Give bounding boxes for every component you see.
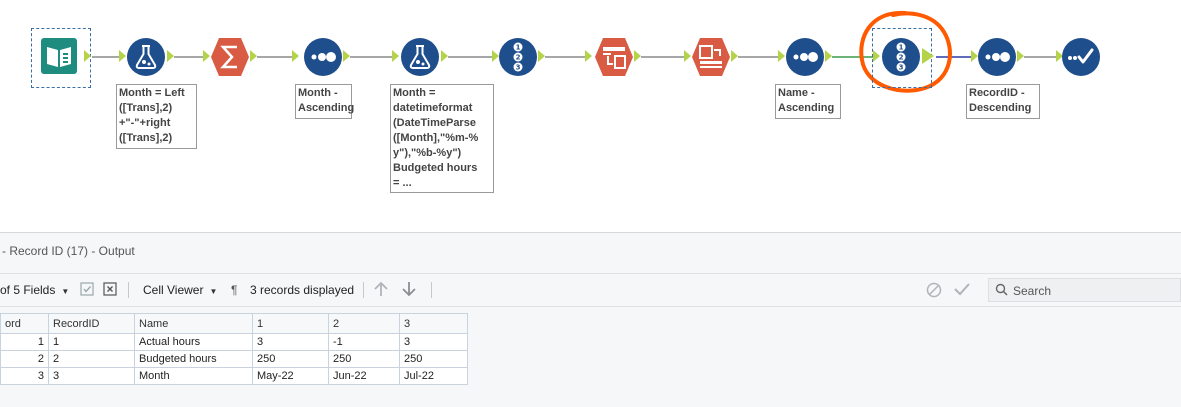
sigma-icon	[211, 38, 249, 76]
search-field[interactable]	[988, 278, 1181, 302]
table-row[interactable]: 2 2 Budgeted hours 250 250 250	[0, 350, 468, 368]
cell-1[interactable]: 250	[252, 350, 329, 368]
chevron-down-icon: ▼	[209, 287, 218, 296]
records-displayed: 3 records displayed	[250, 283, 355, 297]
cell-recordid[interactable]: 1	[48, 333, 135, 351]
sort-tool[interactable]	[786, 38, 824, 76]
cell-viewer-dropdown[interactable]: Cell Viewer ▼	[143, 283, 217, 297]
cell-3[interactable]: 3	[399, 333, 468, 351]
search-icon	[995, 283, 1008, 296]
sort-dots-icon	[304, 38, 342, 76]
numbered-list-icon: 1 2 3	[882, 38, 920, 76]
formula-annotation: Month = Left ([Trans],2) +"-"+right ([Tr…	[116, 84, 197, 149]
cell-viewer-label: Cell Viewer	[143, 283, 204, 297]
cell-2[interactable]: 250	[328, 350, 400, 368]
transpose-tool[interactable]	[595, 38, 633, 76]
record-id-tool-selected[interactable]: 1 2 3	[882, 38, 920, 76]
sort-annotation: Name - Ascending	[775, 84, 841, 119]
sort-annotation: RecordID - Descending	[966, 84, 1040, 119]
search-input[interactable]	[1011, 282, 1175, 300]
cell-2[interactable]: -1	[328, 333, 400, 351]
cell-1[interactable]: 3	[252, 333, 329, 351]
cross-tab-tool[interactable]	[692, 38, 730, 76]
formula-tool[interactable]	[127, 38, 165, 76]
sort-tool[interactable]	[304, 38, 342, 76]
pilcrow-icon[interactable]: ¶	[231, 283, 237, 297]
fields-label: of 5 Fields	[0, 283, 56, 297]
fields-dropdown[interactable]: of 5 Fields ▼	[0, 283, 69, 297]
cell-name[interactable]: Actual hours	[134, 333, 253, 351]
column-header-3[interactable]: 3	[399, 313, 468, 334]
cell-record[interactable]: 3	[0, 367, 49, 385]
numbered-list-icon: 1 2 3	[499, 38, 537, 76]
sort-annotation: Month - Ascending	[295, 84, 354, 119]
column-header-name[interactable]: Name	[134, 313, 253, 334]
arrow-up-icon[interactable]	[373, 280, 389, 301]
cell-name[interactable]: Month	[134, 367, 253, 385]
cell-recordid[interactable]: 3	[48, 367, 135, 385]
table-row[interactable]: 3 3 Month May-22 Jun-22 Jul-22	[0, 367, 468, 385]
browse-tool[interactable]	[1062, 38, 1100, 76]
results-toolbar: of 5 Fields ▼ Cell Viewer ▼ ¶ 3 records di…	[0, 273, 1181, 307]
svg-text:1: 1	[516, 44, 521, 52]
select-all-icon[interactable]	[80, 282, 94, 299]
cell-record[interactable]: 1	[0, 333, 49, 351]
toolbar-divider	[128, 282, 129, 298]
column-header-record[interactable]: ord	[0, 313, 49, 334]
cell-record[interactable]: 2	[0, 350, 49, 368]
sort-tool[interactable]	[978, 38, 1016, 76]
arrow-down-icon[interactable]	[401, 280, 417, 301]
chevron-down-icon: ▼	[61, 287, 70, 296]
browse-check-icon	[1062, 38, 1100, 76]
workflow-canvas[interactable]: Month = Left ([Trans],2) +"-"+right ([Tr…	[0, 0, 1181, 232]
cancel-icon[interactable]	[926, 282, 942, 301]
cell-name[interactable]: Budgeted hours	[134, 350, 253, 368]
book-icon	[41, 38, 77, 74]
cell-1[interactable]: May-22	[252, 367, 329, 385]
transpose-icon	[595, 38, 633, 76]
column-header-2[interactable]: 2	[328, 313, 400, 334]
results-title: - Record ID (17) - Output	[2, 244, 135, 258]
svg-text:3: 3	[516, 64, 521, 72]
results-table: ord RecordID Name 1 2 3 1 1 Actual hours…	[0, 313, 468, 385]
column-header-1[interactable]: 1	[252, 313, 329, 334]
summarize-tool[interactable]	[211, 38, 249, 76]
cell-3[interactable]: 250	[399, 350, 468, 368]
cell-3[interactable]: Jul-22	[399, 367, 468, 385]
svg-text:2: 2	[516, 54, 521, 62]
apply-check-icon[interactable]	[953, 281, 971, 300]
sort-dots-icon	[786, 38, 824, 76]
formula-tool[interactable]	[401, 38, 439, 76]
toolbar-divider	[363, 282, 364, 298]
record-id-tool[interactable]: 1 2 3	[499, 38, 537, 76]
column-header-recordid[interactable]: RecordID	[48, 313, 135, 334]
sort-dots-icon	[978, 38, 1016, 76]
results-panel: - Record ID (17) - Output of 5 Fields ▼ C…	[0, 232, 1181, 407]
table-header-row: ord RecordID Name 1 2 3	[0, 313, 468, 334]
flask-icon	[401, 38, 439, 76]
svg-text:2: 2	[899, 54, 904, 62]
table-row[interactable]: 1 1 Actual hours 3 -1 3	[0, 333, 468, 351]
cell-recordid[interactable]: 2	[48, 350, 135, 368]
svg-text:1: 1	[899, 44, 904, 52]
svg-text:3: 3	[899, 64, 904, 72]
cross-tab-icon	[692, 38, 730, 76]
deselect-all-icon[interactable]	[103, 282, 117, 299]
toolbar-divider	[431, 282, 432, 298]
flask-icon	[127, 38, 165, 76]
formula-annotation: Month = datetimeformat (DateTimeParse ([…	[390, 84, 494, 193]
input-data-tool[interactable]	[41, 38, 79, 76]
cell-2[interactable]: Jun-22	[328, 367, 400, 385]
